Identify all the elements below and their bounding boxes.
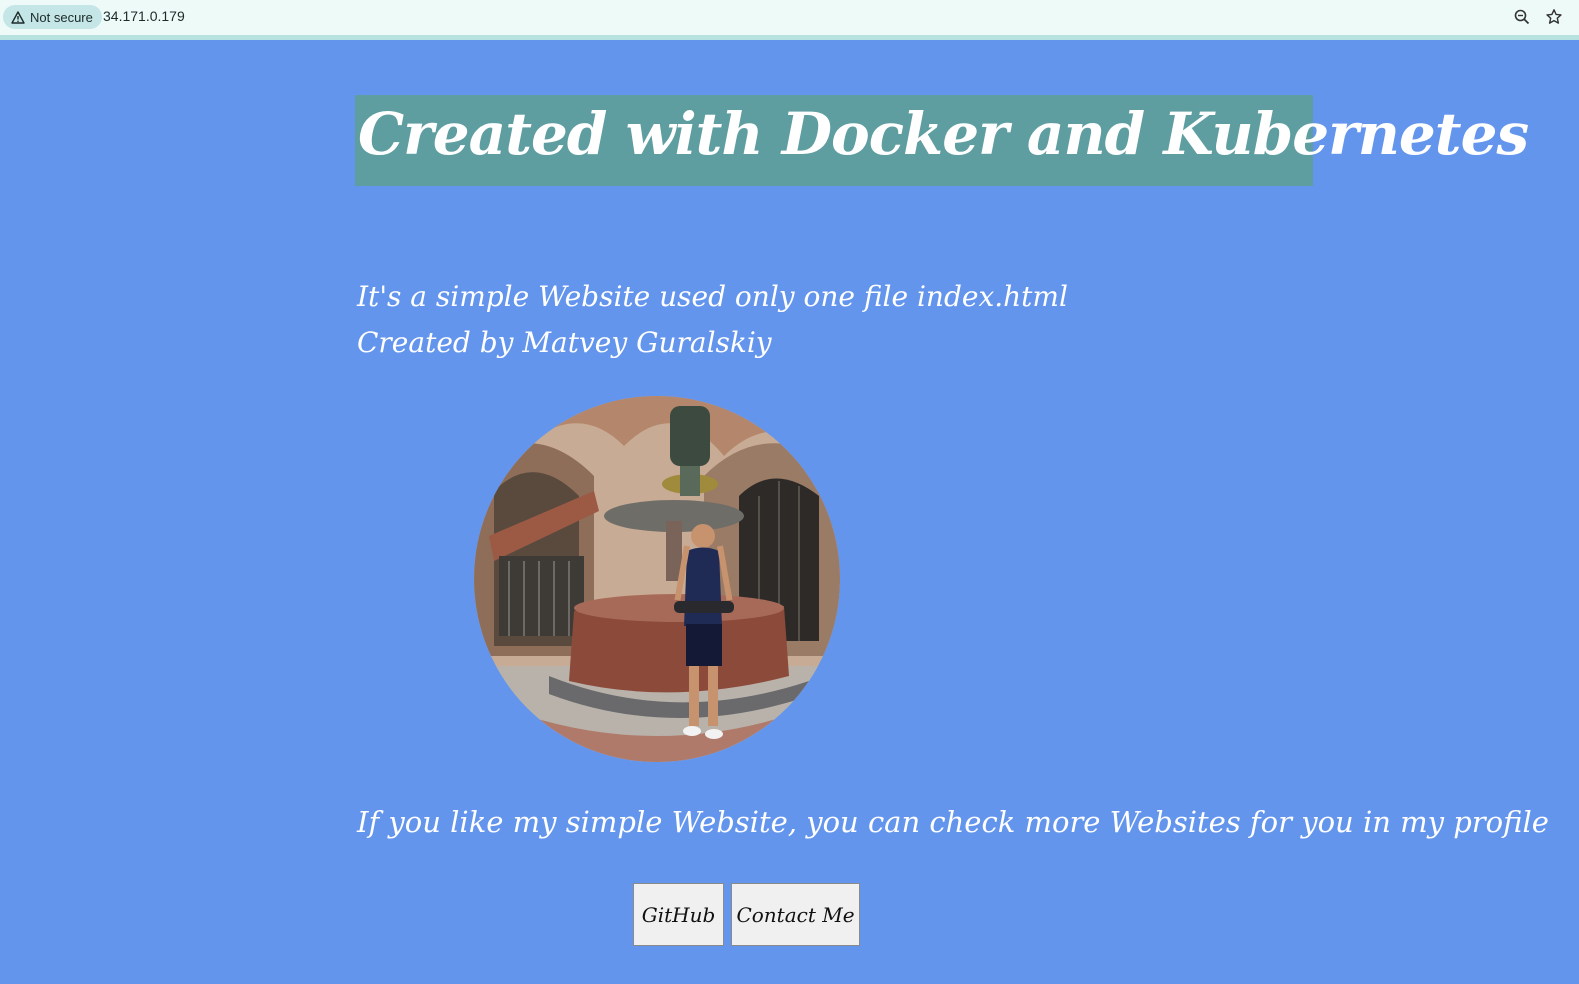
browser-address-bar: Not secure 34.171.0.179 [0,0,1579,40]
url-field[interactable]: 34.171.0.179 [103,8,185,24]
intro-text: It's a simple Website used only one file… [357,274,1068,366]
profile-cta-text: If you like my simple Website, you can c… [357,805,1549,839]
zoom-icon[interactable] [1513,8,1531,26]
contact-me-button[interactable]: Contact Me [731,883,860,946]
page-title: Created with Docker and Kubernetes [358,100,1529,168]
intro-line: It's a simple Website used only one file… [357,280,1068,313]
warning-icon [11,10,25,24]
profile-photo-illustration [474,396,840,762]
security-indicator[interactable]: Not secure [3,5,102,29]
github-button[interactable]: GitHub [633,883,724,946]
title-banner: Created with Docker and Kubernetes [355,95,1529,186]
security-label: Not secure [30,9,93,25]
profile-photo [474,396,840,762]
bookmark-star-icon[interactable] [1545,8,1563,26]
author-line: Created by Matvey Guralskiy [357,326,772,359]
